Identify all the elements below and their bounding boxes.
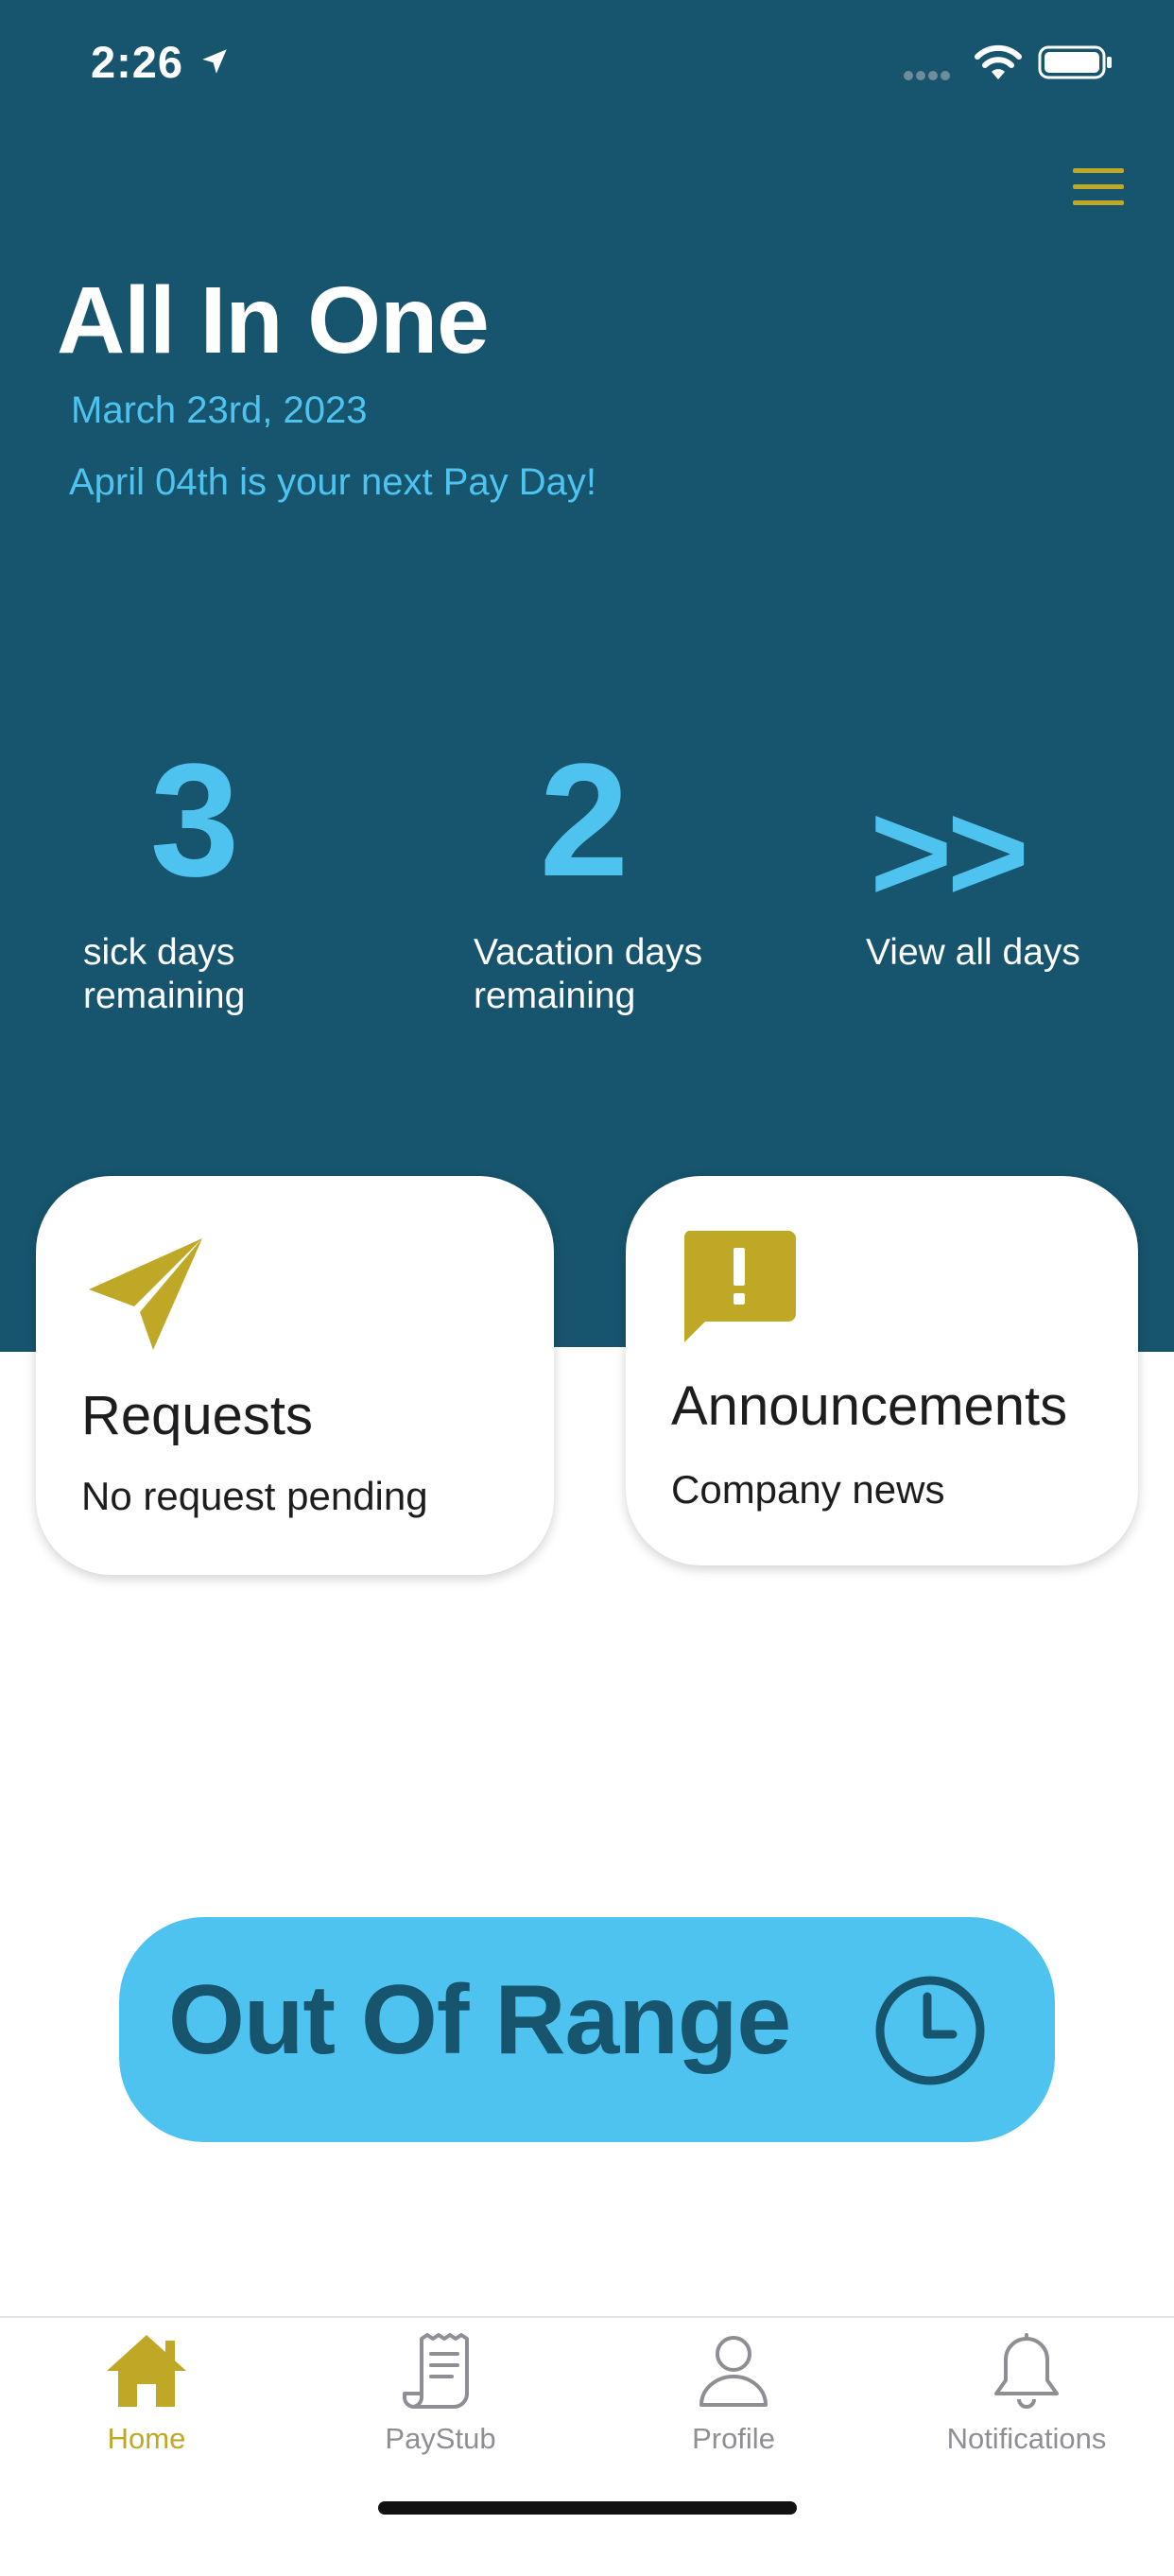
wifi-icon xyxy=(975,44,1022,79)
tab-paystub-label: PayStub xyxy=(385,2422,496,2455)
requests-card[interactable]: Requests No request pending xyxy=(36,1176,554,1575)
tab-home[interactable]: Home xyxy=(0,2318,293,2507)
vacation-days-count: 2 xyxy=(539,731,630,910)
view-all-days-link[interactable]: View all days xyxy=(866,931,1080,975)
battery-icon xyxy=(1038,45,1112,79)
status-time: 2:26 xyxy=(91,37,184,87)
sick-days-count: 3 xyxy=(149,731,240,910)
vacation-days-label: Vacation days remaining xyxy=(474,932,703,1016)
home-icon xyxy=(107,2335,186,2407)
tab-profile[interactable]: Profile xyxy=(587,2318,880,2507)
requests-title: Requests xyxy=(81,1385,314,1446)
paystub-icon xyxy=(403,2333,469,2409)
next-payday-notice: April 04th is your next Pay Day! xyxy=(69,461,597,503)
clock-icon xyxy=(875,1976,985,2085)
header-background xyxy=(0,0,1174,1352)
announcements-subtitle: Company news xyxy=(671,1467,945,1512)
clock-in-status: Out Of Range xyxy=(168,1965,791,2075)
alert-message-icon xyxy=(683,1231,796,1342)
profile-icon xyxy=(699,2336,768,2407)
home-indicator[interactable] xyxy=(378,2501,797,2515)
tab-paystub[interactable]: PayStub xyxy=(294,2318,587,2507)
requests-subtitle: No request pending xyxy=(81,1474,428,1518)
current-date: March 23rd, 2023 xyxy=(71,389,368,431)
cellular-signal-icon xyxy=(904,68,953,85)
tab-notifications[interactable]: Notifications xyxy=(880,2318,1173,2507)
announcements-title: Announcements xyxy=(671,1375,1068,1437)
tab-notifications-label: Notifications xyxy=(946,2422,1107,2455)
clock-in-button[interactable]: Out Of Range xyxy=(119,1917,1055,2142)
bell-icon xyxy=(994,2333,1059,2409)
view-all-days-chevron-icon[interactable]: >> xyxy=(870,770,1029,934)
location-arrow-icon xyxy=(202,49,227,74)
sick-days-label: sick days remaining xyxy=(83,932,246,1016)
app-title: All In One xyxy=(57,268,490,373)
tab-profile-label: Profile xyxy=(692,2422,775,2455)
paper-plane-icon xyxy=(89,1238,202,1350)
tab-home-label: Home xyxy=(107,2422,186,2455)
hamburger-menu-icon[interactable] xyxy=(1073,168,1124,206)
announcements-card[interactable]: Announcements Company news xyxy=(626,1176,1138,1565)
